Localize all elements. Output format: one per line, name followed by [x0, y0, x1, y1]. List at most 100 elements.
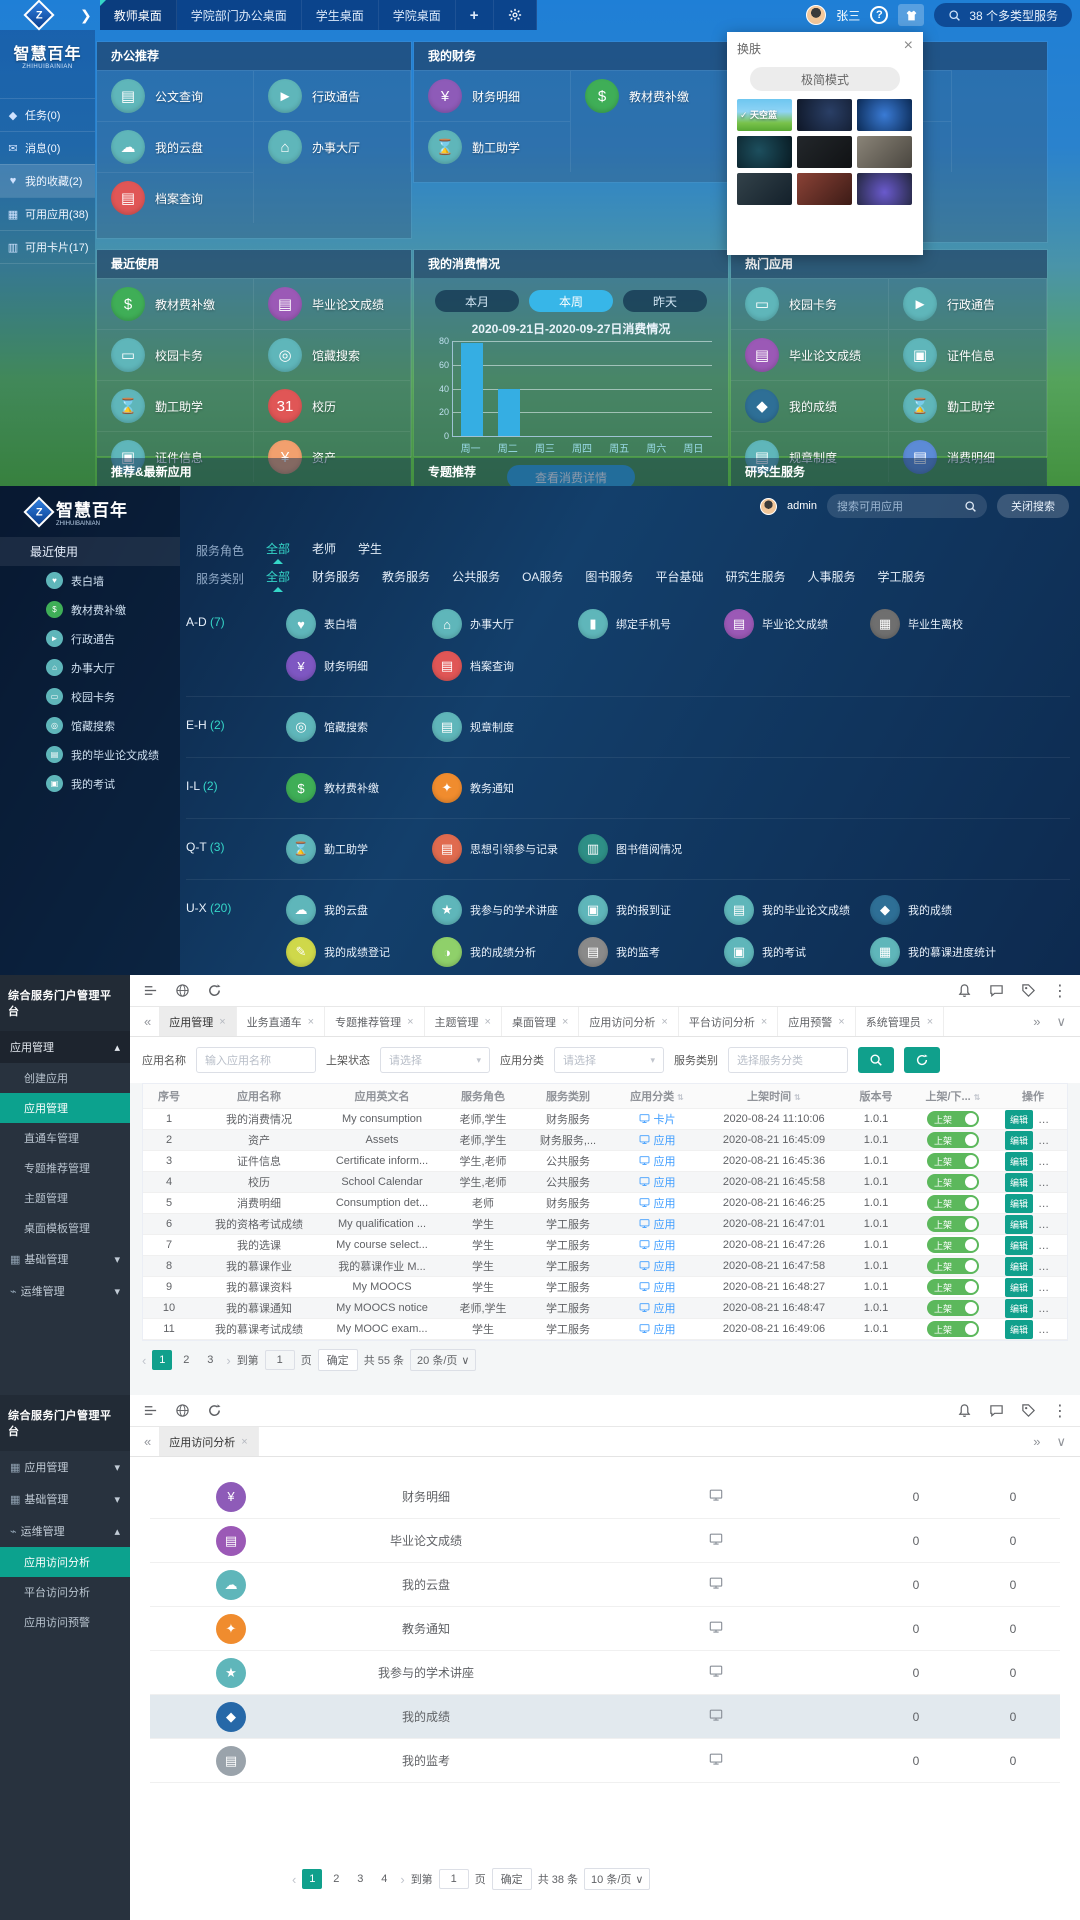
recent-app-item[interactable]: ▭ 校园卡务	[0, 682, 180, 711]
globe-icon[interactable]	[174, 1403, 190, 1419]
service-app[interactable]: ✎ 我的成绩登记	[286, 931, 432, 973]
service-app[interactable]: ▦ 我的慕课进度统计	[870, 931, 1016, 973]
app-shortcut[interactable]: ⌛ 勤工助学	[97, 380, 254, 431]
category-link[interactable]: 应用	[639, 1321, 676, 1337]
filter-option[interactable]: 财务服务	[312, 568, 360, 589]
edit-button[interactable]: 编辑	[1005, 1236, 1033, 1255]
category-link[interactable]: 应用	[639, 1300, 676, 1316]
app-shortcut[interactable]: ◆ 我的成绩	[731, 380, 889, 431]
filter-option[interactable]: 老师	[312, 540, 336, 561]
skin-icon[interactable]	[898, 4, 924, 26]
service-app[interactable]: ▤ 档案查询	[432, 645, 578, 687]
publish-toggle[interactable]: 上架	[927, 1279, 979, 1295]
page-number[interactable]: 2	[326, 1869, 346, 1889]
sortable-header[interactable]: 上架/下... ⇅	[907, 1088, 999, 1104]
tabs-scroll-right[interactable]: »	[1025, 1014, 1048, 1029]
publish-toggle[interactable]: 上架	[927, 1321, 979, 1337]
recent-app-item[interactable]: $ 教材费补缴	[0, 595, 180, 624]
tabs-scroll-left[interactable]: «	[136, 1434, 159, 1449]
reset-button[interactable]	[904, 1047, 940, 1073]
recent-app-item[interactable]: ◎ 馆藏搜索	[0, 711, 180, 740]
chevron-right-icon[interactable]: ❯	[80, 7, 92, 24]
service-app[interactable]: ▥ 图书借阅情况	[578, 828, 724, 870]
help-icon[interactable]: ?	[870, 6, 888, 24]
authorize-button[interactable]: 授权	[1040, 1320, 1067, 1339]
sidebar-item[interactable]: ◆ 任务(0)	[0, 98, 95, 131]
sidebar-submenu-item[interactable]: 专题推荐管理	[0, 1153, 130, 1183]
skin-option[interactable]	[737, 136, 792, 168]
service-app[interactable]: ▮ 绑定手机号	[578, 603, 724, 645]
app-shortcut[interactable]: ▤ 毕业论文成绩	[254, 278, 411, 329]
app-shortcut[interactable]: ▤ 毕业论文成绩	[731, 329, 889, 380]
edit-button[interactable]: 编辑	[1005, 1320, 1033, 1339]
app-shortcut[interactable]: ☁ 我的云盘	[97, 121, 254, 172]
refresh-icon[interactable]	[206, 983, 222, 999]
avatar[interactable]	[760, 498, 777, 515]
filter-option[interactable]: 图书服务	[585, 568, 633, 589]
sidebar-submenu-item[interactable]: 应用访问预警	[0, 1607, 130, 1637]
sidebar-menu-group[interactable]: ⌁运维管理 ▴	[0, 1515, 130, 1547]
collapse-menu-icon[interactable]	[142, 1403, 158, 1419]
analysis-row[interactable]: ▤ 我的监考 0 0	[150, 1739, 1060, 1783]
minimal-mode-button[interactable]: 极简模式	[750, 67, 900, 91]
close-tab-icon[interactable]: ×	[761, 1016, 767, 1028]
tabs-scroll-right[interactable]: »	[1025, 1434, 1048, 1449]
category-link[interactable]: 应用	[639, 1237, 676, 1253]
desktop-tab[interactable]: 学生桌面	[302, 0, 379, 30]
sidebar-submenu-item[interactable]: 平台访问分析	[0, 1577, 130, 1607]
service-app[interactable]: ♥ 表白墙	[286, 603, 432, 645]
page-jump-input[interactable]: 1	[439, 1869, 469, 1889]
recent-app-item[interactable]: ♥ 表白墙	[0, 566, 180, 595]
publish-toggle[interactable]: 上架	[927, 1300, 979, 1316]
service-app[interactable]: $ 教材费补缴	[286, 767, 432, 809]
more-icon[interactable]: ⋮	[1052, 1403, 1068, 1419]
page-number[interactable]: 3	[350, 1869, 370, 1889]
sidebar-item[interactable]: ✉ 消息(0)	[0, 131, 95, 164]
page-number[interactable]: 3	[200, 1350, 220, 1370]
service-app[interactable]: ✦ 教务通知	[432, 767, 578, 809]
skin-option[interactable]	[797, 173, 852, 205]
sidebar-item[interactable]: ▥ 可用卡片(17)	[0, 230, 95, 264]
desktop-tab[interactable]: 学院桌面	[379, 0, 456, 30]
filter-option[interactable]: 学生	[358, 540, 382, 561]
global-search[interactable]: 38 个多类型服务	[934, 3, 1072, 27]
authorize-button[interactable]: 授权	[1040, 1152, 1067, 1171]
category-link[interactable]: 应用	[639, 1279, 676, 1295]
skin-option[interactable]	[737, 173, 792, 205]
category-select[interactable]: 请选择▾	[554, 1047, 664, 1073]
filter-option[interactable]: 学工服务	[877, 568, 925, 589]
publish-toggle[interactable]: 上架	[927, 1258, 979, 1274]
app-shortcut[interactable]: $ 教材费补缴	[97, 278, 254, 329]
app-shortcut[interactable]: ▤ 公文查询	[97, 70, 254, 121]
service-app[interactable]: ▤ 我的监考	[578, 931, 724, 973]
analysis-row[interactable]: ☁ 我的云盘 0 0	[150, 1563, 1060, 1607]
admin-tab[interactable]: 应用访问分析×	[579, 1007, 678, 1036]
skin-option[interactable]: ✓ 天空蓝	[737, 99, 792, 131]
close-tab-icon[interactable]: ×	[407, 1016, 413, 1028]
search-button[interactable]	[858, 1047, 894, 1073]
recent-app-item[interactable]: ▤ 我的毕业论文成绩	[0, 740, 180, 769]
admin-tab[interactable]: 应用管理×	[159, 1007, 236, 1036]
skin-option[interactable]	[797, 136, 852, 168]
category-link[interactable]: 应用	[639, 1174, 676, 1190]
skin-option[interactable]	[797, 99, 852, 131]
bell-icon[interactable]	[956, 1403, 972, 1419]
authorize-button[interactable]: 授权	[1040, 1215, 1067, 1234]
publish-toggle[interactable]: 上架	[927, 1111, 979, 1127]
service-app[interactable]: ⌂ 办事大厅	[432, 603, 578, 645]
sidebar-submenu-item[interactable]: 应用访问分析	[0, 1547, 130, 1577]
page-number[interactable]: 1	[302, 1869, 322, 1889]
publish-toggle[interactable]: 上架	[927, 1237, 979, 1253]
skin-option[interactable]	[857, 136, 912, 168]
service-app[interactable]: ★ 我参与的学术讲座	[432, 889, 578, 931]
tabs-dropdown[interactable]: ∨	[1048, 1434, 1074, 1450]
authorize-button[interactable]: 授权	[1040, 1131, 1067, 1150]
close-tab-icon[interactable]: ×	[308, 1016, 314, 1028]
bell-icon[interactable]	[956, 983, 972, 999]
filter-option[interactable]: 教务服务	[382, 568, 430, 589]
authorize-button[interactable]: 授权	[1040, 1278, 1067, 1297]
period-toggle[interactable]: 本周	[529, 290, 613, 312]
service-app[interactable]: ◆ 我的成绩	[870, 889, 1016, 931]
close-tab-icon[interactable]: ×	[562, 1016, 568, 1028]
service-app[interactable]: ☁ 我的云盘	[286, 889, 432, 931]
